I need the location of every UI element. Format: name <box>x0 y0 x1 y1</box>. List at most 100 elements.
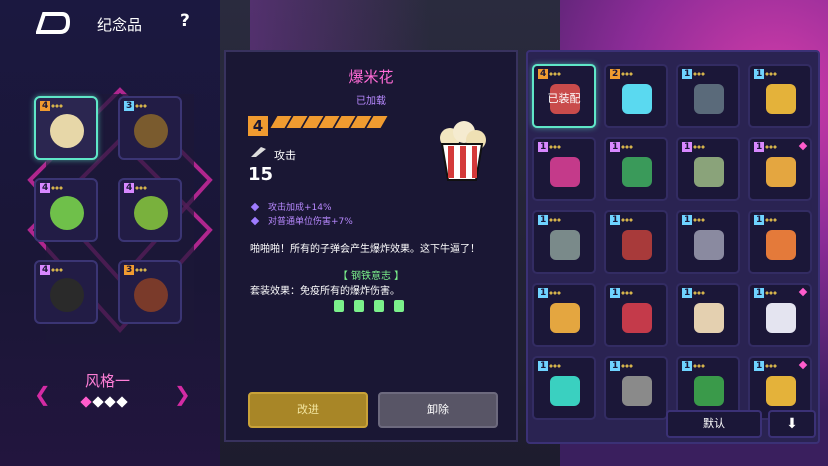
item-name: 爆米花 <box>348 68 394 86</box>
style-dot[interactable] <box>92 396 104 408</box>
rarity-pips <box>765 217 777 223</box>
item-level-badge: 1 <box>754 361 765 371</box>
sword-icon <box>251 147 266 157</box>
rarity-pips <box>693 217 705 223</box>
inventory-item[interactable]: 4 已装配 <box>532 64 596 128</box>
popcorn-icon <box>440 121 486 181</box>
item-level-badge: 1 <box>754 69 765 79</box>
inventory-item[interactable]: 1 <box>748 210 812 274</box>
rarity-pips <box>621 290 633 296</box>
ticket-icon <box>766 376 796 406</box>
style-prev-button[interactable]: ❮ <box>34 382 51 406</box>
item-level-badge: 2 <box>610 69 621 79</box>
equipped-slot[interactable]: 4 <box>118 178 182 242</box>
rarity-pips <box>621 217 633 223</box>
inventory-item[interactable]: 1 <box>676 210 740 274</box>
item-level-badge: 1 <box>682 142 693 152</box>
stat-attack-bonus: 攻击加成+14% <box>252 200 332 213</box>
rarity-pips <box>693 144 705 150</box>
skull-icon <box>550 230 580 260</box>
attack-value: 15 <box>248 164 274 185</box>
inventory-item[interactable]: 2 <box>604 64 668 128</box>
attack-label: 攻击 <box>274 149 296 162</box>
help-button[interactable]: ? <box>180 11 190 31</box>
slot-level-badge: 3 <box>124 265 135 275</box>
equipped-label: 已装配 <box>547 92 581 105</box>
helmet-icon <box>50 278 84 312</box>
jar-icon <box>694 157 724 187</box>
item-level-badge: 1 <box>538 142 549 152</box>
item-level-badge: 1 <box>682 69 693 79</box>
rarity-pips <box>51 103 63 109</box>
rarity-pips <box>765 71 777 77</box>
coin-icon <box>134 114 168 148</box>
style-next-button[interactable]: ❯ <box>174 382 191 406</box>
rarity-pips <box>621 144 633 150</box>
book-icon <box>622 230 652 260</box>
map-x-icon <box>134 196 168 230</box>
item-level-badge: 1 <box>610 215 621 225</box>
rarity-pips <box>765 363 777 369</box>
rarity-pips <box>621 363 633 369</box>
icecream-icon <box>766 157 796 187</box>
stat-normal-damage: 对普通单位伤害+7% <box>252 214 353 227</box>
style-dot[interactable] <box>116 396 128 408</box>
item-level-badge: 1 <box>610 142 621 152</box>
upgrade-button[interactable]: 改进 <box>248 392 368 428</box>
inventory-item[interactable]: 1 <box>676 137 740 201</box>
inventory-item[interactable]: 1 <box>604 356 668 420</box>
inventory-item[interactable]: 1 <box>604 210 668 274</box>
equipped-slot[interactable]: 4 <box>34 260 98 324</box>
rarity-pips <box>51 267 63 273</box>
style-label: 风格一 <box>85 372 131 390</box>
inventory-item[interactable]: 1 <box>748 283 812 347</box>
inventory-item[interactable]: 1 <box>604 137 668 201</box>
item-level-badge: 1 <box>682 361 693 371</box>
new-indicator <box>798 360 808 370</box>
rarity-pips <box>135 185 147 191</box>
rarity-pips <box>135 103 147 109</box>
remove-button[interactable]: 卸除 <box>378 392 498 428</box>
rarity-pips <box>765 290 777 296</box>
gauntlet-icon <box>622 376 652 406</box>
equipped-slot[interactable]: 3 <box>118 260 182 324</box>
item-level-badge: 1 <box>538 361 549 371</box>
item-level-badge: 1 <box>754 142 765 152</box>
rarity-pips <box>621 71 633 77</box>
style-dot-active[interactable] <box>80 396 92 408</box>
inventory-item[interactable]: 1 <box>676 283 740 347</box>
default-sort-button[interactable]: 默认 <box>666 410 762 438</box>
axe-icon <box>694 230 724 260</box>
flower-icon <box>550 303 580 333</box>
sort-direction-button[interactable]: ⬇ <box>768 410 816 438</box>
slot-level-badge: 4 <box>124 183 135 193</box>
paper-icon <box>766 303 796 333</box>
inventory-item[interactable]: 1 <box>532 210 596 274</box>
inventory-item[interactable]: 1 <box>532 283 596 347</box>
inventory-item[interactable]: 1 <box>676 64 740 128</box>
rarity-pips <box>549 217 561 223</box>
slot-level-badge: 4 <box>40 183 51 193</box>
card-icon <box>694 303 724 333</box>
equipped-slot[interactable]: 4 <box>34 178 98 242</box>
new-indicator <box>798 141 808 151</box>
item-level-badge: 1 <box>538 215 549 225</box>
inventory-item[interactable]: 1 <box>532 137 596 201</box>
set-piece-icon <box>394 300 404 312</box>
inventory-item[interactable]: 1 <box>748 137 812 201</box>
set-piece-icon <box>374 300 384 312</box>
rarity-pips <box>693 290 705 296</box>
slot-level-badge: 3 <box>124 101 135 111</box>
item-level-stars <box>270 116 388 128</box>
item-level-badge: 1 <box>610 288 621 298</box>
inventory-item[interactable]: 1 <box>748 64 812 128</box>
item-level-badge: 1 <box>538 288 549 298</box>
back-button[interactable] <box>35 12 71 34</box>
style-dot[interactable] <box>104 396 116 408</box>
new-indicator <box>798 287 808 297</box>
inventory-item[interactable]: 1 <box>604 283 668 347</box>
inventory-item[interactable]: 1 <box>532 356 596 420</box>
map-icon <box>50 196 84 230</box>
equipped-slot[interactable]: 4 <box>34 96 98 160</box>
equipped-slot[interactable]: 3 <box>118 96 182 160</box>
